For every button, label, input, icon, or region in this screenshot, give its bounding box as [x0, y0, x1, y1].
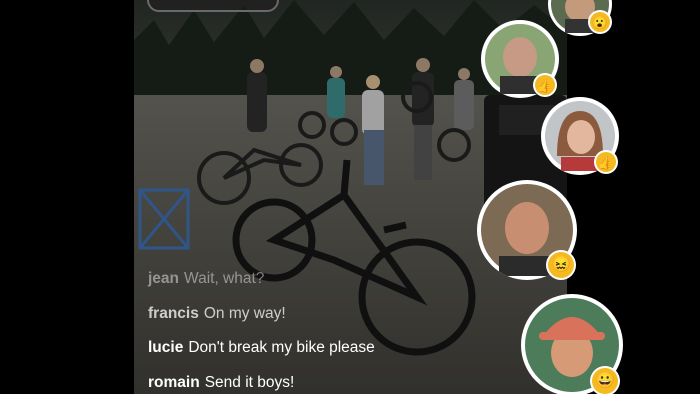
thumbs-up-icon: 👍 [533, 73, 557, 97]
grinning-emoji-icon: 😀 [590, 366, 620, 394]
surprised-emoji-icon: 😮 [588, 10, 612, 34]
comment-username[interactable]: lucie [148, 339, 183, 357]
comment-username[interactable]: romain [148, 374, 200, 392]
comment-username[interactable]: francis [148, 305, 199, 323]
comment-text: On my way! [203, 304, 286, 322]
live-comment-feed: jean Wait, what? francis On my way! luci… [148, 262, 488, 394]
comment-text: Don't break my bike please [188, 339, 375, 357]
comment-item: francis On my way! [148, 297, 488, 332]
top-status-pill[interactable] [147, 0, 279, 12]
comment-text: Send it boys! [204, 373, 295, 391]
comment-username[interactable]: jean [148, 270, 179, 288]
letterbox-left [0, 0, 134, 394]
comment-text: Wait, what? [184, 270, 265, 288]
thumbs-up-icon: 👍 [594, 150, 618, 174]
frustrated-emoji-icon: 😖 [546, 250, 576, 280]
comment-item: jean Wait, what? [148, 262, 488, 297]
comment-item: romain Send it boys! [148, 366, 488, 394]
comment-item: lucie Don't break my bike please [148, 331, 488, 366]
